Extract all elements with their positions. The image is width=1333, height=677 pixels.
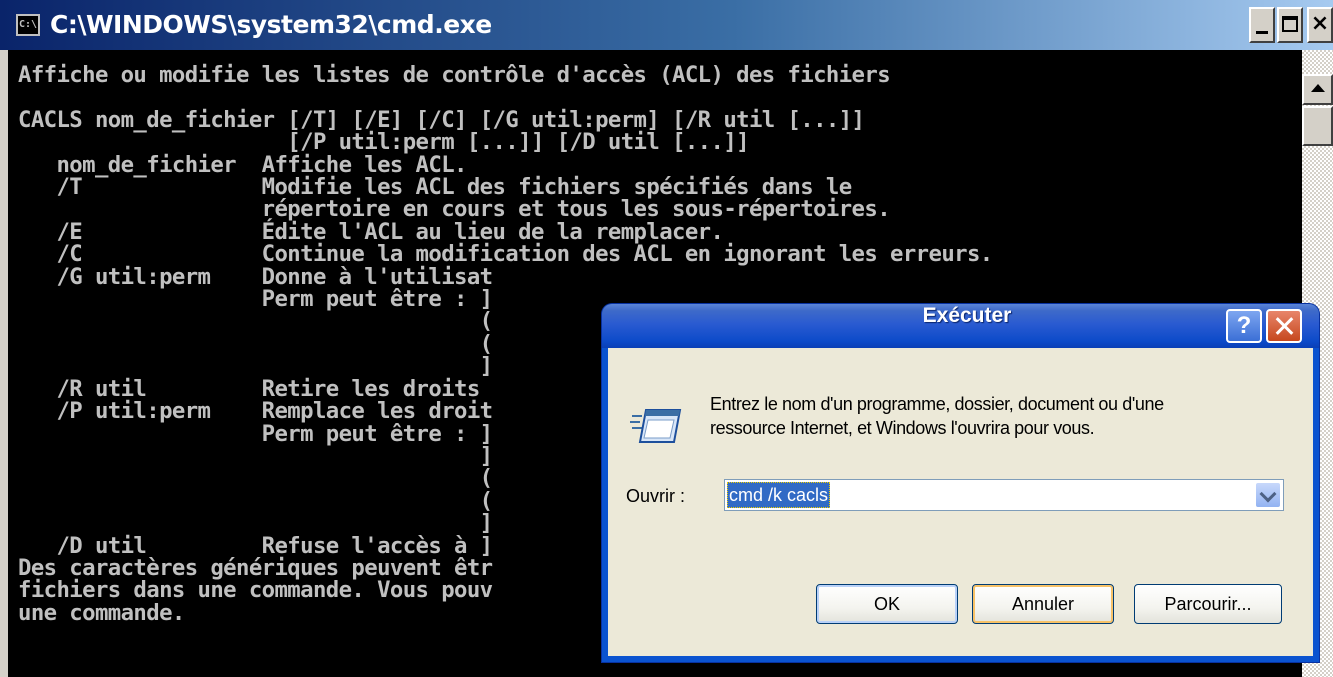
open-dropdown-button[interactable] xyxy=(1255,482,1281,508)
run-dialog-message: Entrez le nom d'un programme, dossier, d… xyxy=(710,392,1300,440)
help-button[interactable]: ? xyxy=(1226,309,1262,343)
arrow-up-icon xyxy=(1311,84,1325,92)
run-dialog: Exécuter ? Entrez le nom d'un programme,… xyxy=(602,304,1319,662)
run-dialog-title: Exécuter xyxy=(922,304,1012,327)
minimize-button[interactable] xyxy=(1249,7,1275,43)
open-input[interactable]: cmd /k cacls xyxy=(727,482,831,508)
dialog-close-button[interactable] xyxy=(1266,309,1302,343)
run-dialog-body: Entrez le nom d'un programme, dossier, d… xyxy=(608,348,1313,656)
maximize-button[interactable] xyxy=(1277,7,1303,43)
open-label: Ouvrir : xyxy=(626,486,686,506)
scroll-up-button[interactable] xyxy=(1302,74,1333,105)
minimize-icon xyxy=(1256,31,1268,34)
cmd-app-icon[interactable]: C:\ xyxy=(16,14,40,36)
console-line: Affiche ou modifie les listes de contrôl… xyxy=(18,62,891,88)
run-dialog-titlebar[interactable]: Exécuter ? xyxy=(602,304,1319,348)
run-icon xyxy=(630,409,682,443)
console-line: une commande. xyxy=(18,599,185,626)
close-icon: × xyxy=(1310,11,1330,36)
ok-button[interactable]: OK xyxy=(816,584,958,624)
cancel-button[interactable]: Annuler xyxy=(972,584,1114,624)
cmd-window-title: C:\WINDOWS\system32\cmd.exe xyxy=(50,10,492,39)
scroll-thumb[interactable] xyxy=(1302,106,1333,146)
open-combobox[interactable]: cmd /k cacls xyxy=(724,479,1284,511)
cmd-titlebar[interactable]: C:\ C:\WINDOWS\system32\cmd.exe × xyxy=(0,0,1333,50)
close-button[interactable]: × xyxy=(1307,7,1333,43)
message-line-1: Entrez le nom d'un programme, dossier, d… xyxy=(710,394,1164,414)
browse-button[interactable]: Parcourir... xyxy=(1134,584,1282,624)
help-icon: ? xyxy=(1236,312,1252,339)
message-line-2: ressource Internet, et Windows l'ouvrira… xyxy=(710,418,1095,438)
chevron-down-icon xyxy=(1259,485,1277,503)
maximize-icon xyxy=(1282,16,1298,32)
